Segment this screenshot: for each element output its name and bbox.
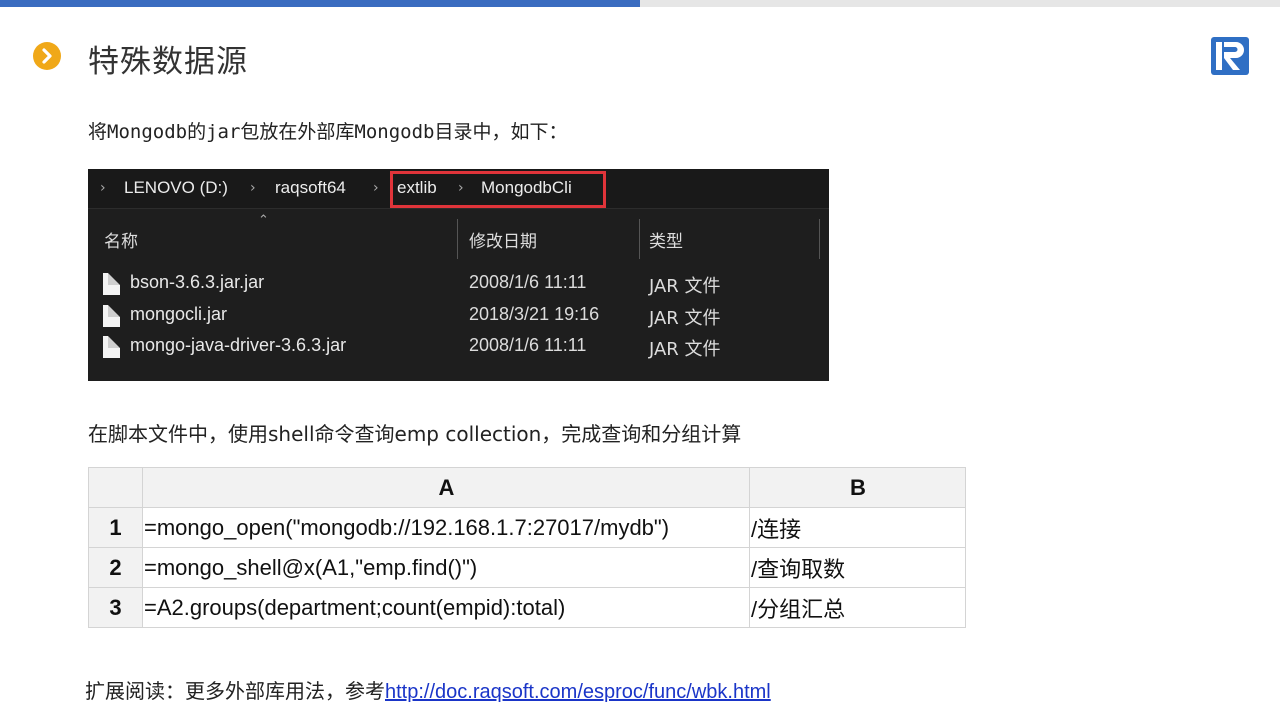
sort-caret-icon: ⌃ <box>258 213 269 228</box>
column-header-a[interactable]: A <box>142 467 750 508</box>
cell-b2[interactable]: /查询取数 <box>749 547 966 588</box>
chevron-right-icon: › <box>100 180 106 196</box>
column-divider <box>639 219 640 259</box>
cell-a3[interactable]: =A2.groups(department;count(empid):total… <box>142 587 750 628</box>
file-row[interactable]: mongocli.jar 2018/3/21 19:16 JAR 文件 <box>88 302 829 333</box>
grid-row: 2 =mongo_shell@x(A1,"emp.find()") /查询取数 <box>88 547 966 588</box>
grid-row: 1 =mongo_open("mongodb://192.168.1.7:270… <box>88 507 966 548</box>
raqsoft-logo-icon <box>1210 36 1250 76</box>
file-row[interactable]: mongo-java-driver-3.6.3.jar 2008/1/6 11:… <box>88 333 829 364</box>
breadcrumb-item[interactable]: LENOVO (D:) <box>124 178 228 198</box>
corner-cell <box>88 467 143 508</box>
column-divider <box>819 219 820 259</box>
cell-b1[interactable]: /连接 <box>749 507 966 548</box>
row-number[interactable]: 2 <box>88 547 143 588</box>
row-number[interactable]: 3 <box>88 587 143 628</box>
file-name: mongo-java-driver-3.6.3.jar <box>130 335 347 355</box>
grid-row: 3 =A2.groups(department;count(empid):tot… <box>88 587 966 628</box>
file-explorer-screenshot: › LENOVO (D:) › raqsoft64 › extlib › Mon… <box>88 169 829 381</box>
cell-a1[interactable]: =mongo_open("mongodb://192.168.1.7:27017… <box>142 507 750 548</box>
file-row[interactable]: bson-3.6.3.jar.jar 2008/1/6 11:11 JAR 文件 <box>88 270 829 301</box>
column-header-name[interactable]: 名称 <box>104 227 138 252</box>
file-name: mongocli.jar <box>130 304 228 324</box>
description-text: 在脚本文件中，使用shell命令查询emp collection，完成查询和分组… <box>88 422 742 446</box>
file-icon <box>103 273 120 295</box>
row-number[interactable]: 1 <box>88 507 143 548</box>
chevron-right-icon: › <box>250 180 256 196</box>
column-header-date[interactable]: 修改日期 <box>469 227 537 252</box>
file-date: 2008/1/6 11:11 <box>469 335 587 355</box>
doc-link[interactable]: http://doc.raqsoft.com/esproc/func/wbk.h… <box>385 681 771 703</box>
file-date: 2008/1/6 11:11 <box>469 272 587 292</box>
file-icon <box>103 305 120 327</box>
breadcrumb: › LENOVO (D:) › raqsoft64 › extlib › Mon… <box>88 169 829 209</box>
cell-b3[interactable]: /分组汇总 <box>749 587 966 628</box>
file-date: 2018/3/21 19:16 <box>469 304 600 324</box>
footer-note: 扩展阅读：更多外部库用法，参考http://doc.raqsoft.com/es… <box>85 675 771 704</box>
script-grid: A B 1 =mongo_open("mongodb://192.168.1.7… <box>88 467 966 628</box>
file-type: JAR 文件 <box>649 308 721 329</box>
file-type: JAR 文件 <box>649 276 721 297</box>
file-icon <box>103 336 120 358</box>
chevron-right-icon: › <box>373 180 379 196</box>
top-accent-bar <box>0 0 640 7</box>
file-type: JAR 文件 <box>649 339 721 360</box>
cell-a2[interactable]: =mongo_shell@x(A1,"emp.find()") <box>142 547 750 588</box>
highlight-box <box>390 171 606 208</box>
top-grey-bar <box>640 0 1280 7</box>
grid-header-row: A B <box>88 467 966 508</box>
breadcrumb-item[interactable]: raqsoft64 <box>275 178 346 198</box>
intro-text: 将Mongodb的jar包放在外部库Mongodb目录中，如下： <box>88 121 568 143</box>
column-divider <box>457 219 458 259</box>
footer-label: 扩展阅读：更多外部库用法，参考 <box>85 679 385 703</box>
column-header-b[interactable]: B <box>749 467 966 508</box>
file-name: bson-3.6.3.jar.jar <box>130 272 265 292</box>
page-title: 特殊数据源 <box>88 44 248 80</box>
chevron-right-icon <box>33 42 61 70</box>
column-header-type[interactable]: 类型 <box>649 227 683 252</box>
